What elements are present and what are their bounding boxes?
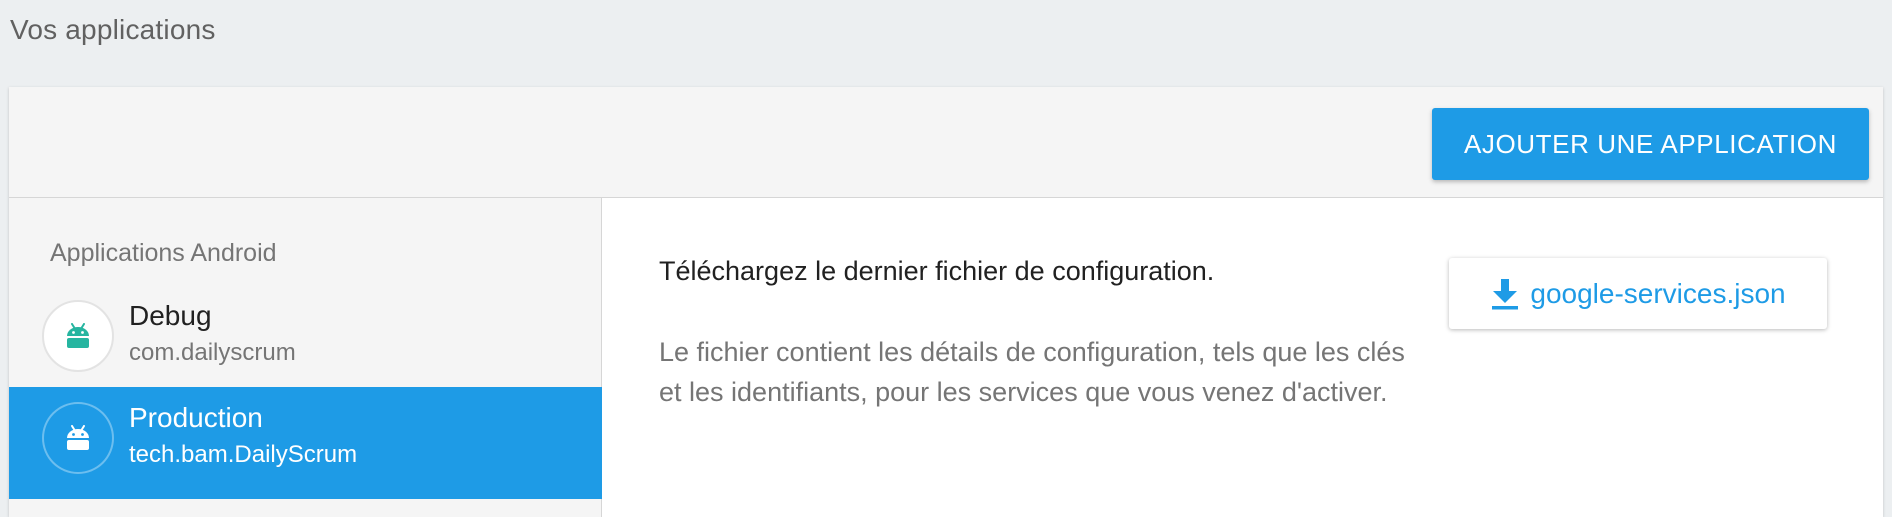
sidebar-item-debug[interactable]: Debug com.dailyscrum [9,285,602,397]
app-package-id: com.dailyscrum [129,339,296,366]
config-title: Téléchargez le dernier fichier de config… [659,256,1215,286]
page-title: Vos applications [10,14,216,45]
android-icon [67,323,89,348]
sidebar-item-production[interactable]: Production tech.bam.DailyScrum [9,387,602,499]
sidebar-section-title: Applications Android [50,239,277,267]
card-body: Applications Android Debug com.dailyscru… [9,198,1883,517]
apps-card: AJOUTER UNE APPLICATION Applications And… [9,87,1883,517]
app-avatar [42,402,114,474]
apps-sidebar: Applications Android Debug com.dailyscru… [9,198,602,517]
android-icon [67,425,89,450]
download-config-button[interactable]: google-services.json [1449,258,1827,329]
download-label: google-services.json [1530,277,1786,309]
card-toolbar: AJOUTER UNE APPLICATION [9,87,1883,198]
app-avatar [42,300,114,372]
app-name: Debug [129,300,212,331]
app-name: Production [129,402,263,433]
download-icon [1490,277,1520,311]
config-panel: Téléchargez le dernier fichier de config… [603,198,1883,517]
app-package-id: tech.bam.DailyScrum [129,441,358,468]
config-description: Le fichier contient les détails de confi… [659,337,1405,407]
add-app-button[interactable]: AJOUTER UNE APPLICATION [1431,108,1869,180]
